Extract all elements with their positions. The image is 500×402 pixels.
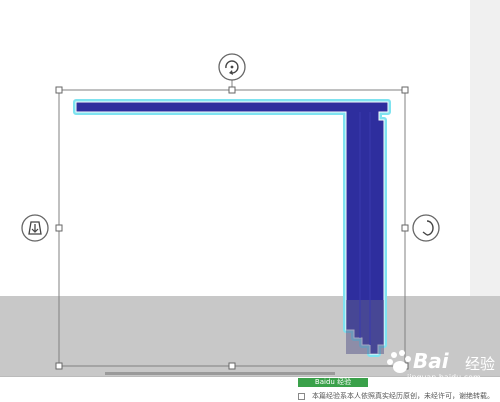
watermark: Bai 经验 jingyan.baidu.com	[385, 345, 500, 383]
l-shape[interactable]	[73, 99, 391, 357]
scrollbar[interactable]	[105, 372, 335, 375]
handle-right	[401, 224, 409, 232]
watermark-brand: Bai	[413, 349, 449, 373]
handle-top-right	[401, 86, 409, 94]
footer-notice: 本篇经验系本人依照真实经历原创，未经许可，谢绝转载。	[312, 392, 494, 400]
perspective-icon[interactable]	[21, 214, 49, 242]
handle-top	[228, 86, 236, 94]
watermark-url: jingyan.baidu.com	[407, 373, 481, 382]
shape-layer	[21, 53, 440, 370]
handle-top-left	[55, 86, 63, 94]
checkbox-icon	[298, 393, 305, 400]
rotate-icon[interactable]	[218, 53, 246, 81]
handle-left	[55, 224, 63, 232]
handle-bottom-left	[55, 362, 63, 370]
canvas-area: Baidu 经验 本篇经验系本人依照真实经历原创，未经许可，谢绝转载。 Bai …	[0, 0, 500, 402]
watermark-sub: 经验	[465, 355, 496, 373]
curve-icon[interactable]	[412, 214, 440, 242]
handle-bottom	[228, 362, 236, 370]
footer-button[interactable]: Baidu 经验	[298, 378, 368, 387]
